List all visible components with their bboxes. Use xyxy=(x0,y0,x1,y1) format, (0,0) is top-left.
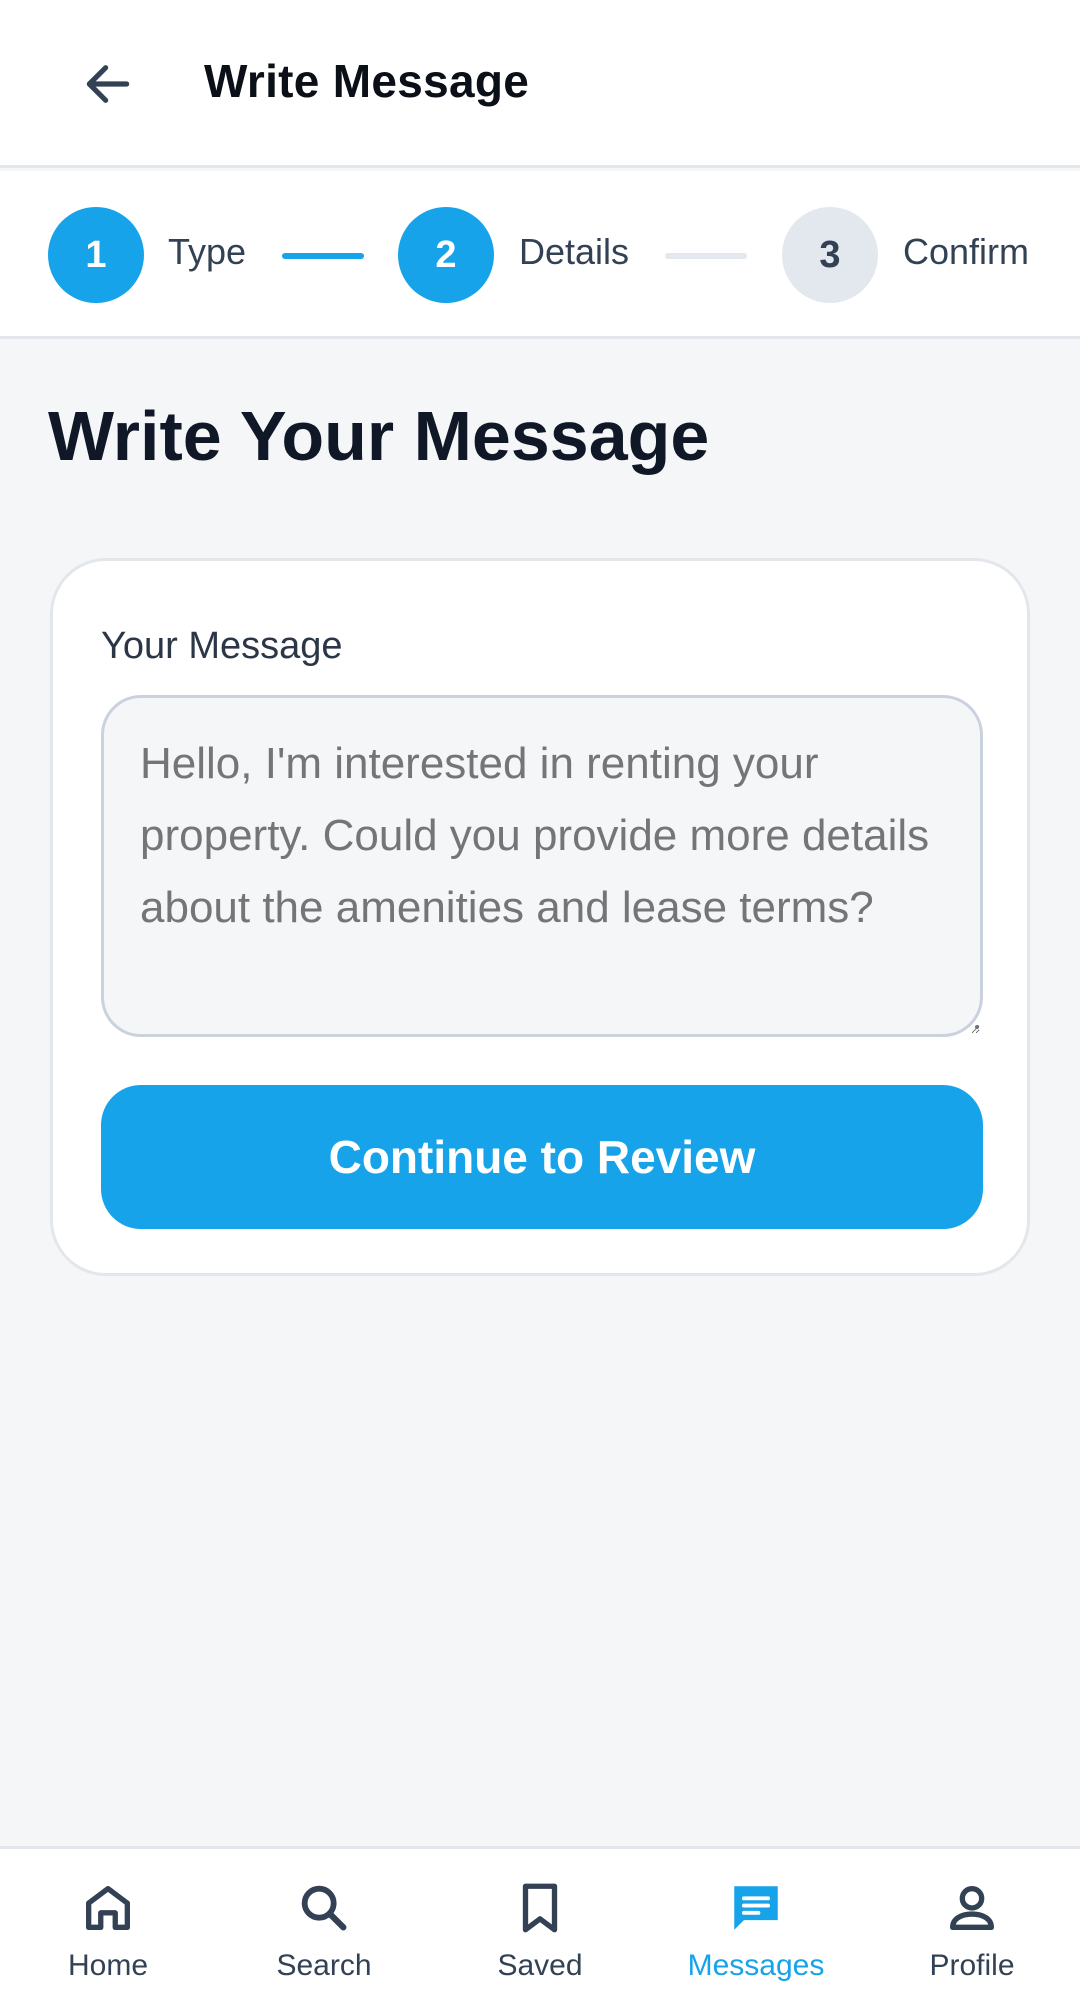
step-2-label: Details xyxy=(519,231,630,272)
arrow-left-icon xyxy=(86,65,130,103)
search-icon xyxy=(301,1885,347,1931)
step-1-circle: 1 xyxy=(48,207,144,303)
bottom-navigation: Home Search Saved Messages Profile xyxy=(0,1846,1080,1995)
home-icon xyxy=(86,1886,130,1930)
nav-item-profile[interactable]: Profile xyxy=(864,1849,1080,1995)
message-textarea[interactable] xyxy=(101,695,983,1037)
progress-stepper: 1 Type 2 Details 3 Confirm xyxy=(0,171,1080,339)
bookmark-icon xyxy=(522,1883,558,1933)
nav-item-messages[interactable]: Messages xyxy=(648,1849,864,1995)
nav-label-messages: Messages xyxy=(687,1949,825,1982)
page-title: Write Message xyxy=(204,55,530,107)
nav-item-search[interactable]: Search xyxy=(216,1849,432,1995)
resize-handle[interactable] xyxy=(975,1025,979,1029)
step-2-circle: 2 xyxy=(398,207,494,303)
top-app-bar: Write Message xyxy=(0,0,1080,168)
section-heading: Write Your Message xyxy=(48,397,710,475)
step-connector-1 xyxy=(282,253,364,259)
nav-label-home: Home xyxy=(67,1949,149,1982)
messages-icon xyxy=(734,1886,778,1930)
step-3-label: Confirm xyxy=(903,231,1030,272)
step-3-circle: 3 xyxy=(782,207,878,303)
nav-label-search: Search xyxy=(276,1949,372,1982)
profile-icon xyxy=(950,1886,994,1930)
nav-item-saved[interactable]: Saved xyxy=(432,1849,648,1995)
nav-label-profile: Profile xyxy=(929,1949,1015,1982)
message-card: Your Message Continue to Review xyxy=(50,558,1030,1276)
nav-item-home[interactable]: Home xyxy=(0,1849,216,1995)
back-button[interactable] xyxy=(68,44,148,124)
step-connector-2 xyxy=(665,253,747,259)
nav-label-saved: Saved xyxy=(497,1949,583,1982)
message-field-label: Your Message xyxy=(101,625,343,667)
step-1-label: Type xyxy=(168,231,247,272)
continue-to-review-button[interactable]: Continue to Review xyxy=(101,1085,983,1229)
app-root: Write Message 1 Type 2 Details 3 Confirm… xyxy=(0,0,1080,1995)
